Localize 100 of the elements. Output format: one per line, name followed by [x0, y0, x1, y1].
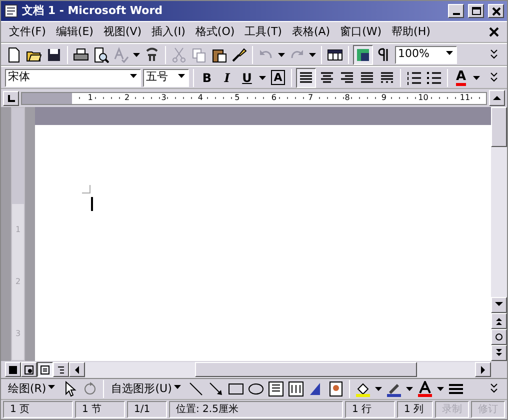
scroll-right-button[interactable]: [475, 362, 491, 377]
ruler-number: 4: [196, 93, 204, 103]
close-icon: [492, 6, 500, 16]
double-down-arrow-icon: [494, 348, 504, 358]
new-document-icon: [6, 46, 22, 62]
align-left-button[interactable]: [296, 68, 316, 88]
ruler-number: 1: [15, 224, 21, 236]
ruler-number: 6: [270, 93, 278, 103]
caret-icon: [406, 387, 413, 391]
text-box-button[interactable]: [266, 379, 285, 399]
vertical-text-box-button[interactable]: [286, 379, 305, 399]
next-page-button[interactable]: [491, 345, 507, 361]
tab-stop-button[interactable]: [3, 90, 19, 106]
normal-view-button[interactable]: [5, 362, 21, 377]
document-map-button[interactable]: [353, 44, 373, 64]
close-button[interactable]: [488, 4, 504, 18]
print-preview-button[interactable]: [92, 44, 110, 64]
caret-icon: [374, 387, 382, 391]
bulleted-list-icon: [426, 70, 442, 86]
maximize-icon: [472, 7, 480, 15]
line-icon: [188, 381, 204, 397]
scroll-thumb[interactable]: [491, 107, 507, 147]
ruler-margin: [22, 92, 72, 104]
status-field: 1 页: [3, 401, 73, 418]
autoshapes-button[interactable]: 自选图形(U): [108, 380, 185, 398]
window-title: 文档 1 - Microsoft Word: [22, 2, 163, 19]
clip-art-button[interactable]: [326, 379, 345, 399]
zoom-field[interactable]: 100%: [395, 46, 457, 64]
ruler-number: 1: [86, 93, 94, 103]
print-preview-icon: [93, 46, 109, 62]
ruler-number: 2: [15, 276, 21, 288]
left-arrow-icon: [73, 364, 81, 374]
font-field[interactable]: 宋体: [5, 68, 141, 86]
double-up-arrow-icon: [494, 316, 504, 326]
status-field: 1 节: [75, 401, 125, 418]
caret-icon: [133, 52, 140, 56]
italic-button[interactable]: I: [218, 68, 236, 88]
outline-view-button[interactable]: [53, 362, 69, 377]
copy-icon: [191, 46, 207, 62]
font-size-field[interactable]: 五号: [143, 68, 189, 86]
rotate-icon: [82, 381, 98, 397]
right-arrow-icon: [479, 364, 487, 374]
close-icon: [488, 26, 500, 38]
minimize-icon: [452, 13, 460, 15]
cut-icon: [171, 46, 187, 62]
minimize-button[interactable]: [448, 4, 464, 18]
caret-icon: [309, 52, 316, 56]
web-layout-button[interactable]: [21, 362, 37, 377]
spelling-icon: [113, 46, 129, 62]
menu-item[interactable]: 文件(F): [5, 24, 50, 40]
caret-icon: [259, 76, 266, 80]
rectangle-icon: [228, 381, 244, 397]
line-color-icon: [386, 381, 402, 397]
scroll-up-button[interactable]: [489, 90, 505, 106]
previous-page-button[interactable]: [491, 313, 507, 329]
menu-item[interactable]: 插入(I): [148, 24, 190, 40]
scroll-thumb[interactable]: [195, 362, 417, 377]
menu-item[interactable]: 视图(V): [99, 24, 146, 40]
normal-view-icon: [8, 364, 18, 374]
text-cursor: [91, 197, 93, 211]
ruler-number: 5: [234, 93, 241, 103]
menu-item[interactable]: 表格(A): [288, 24, 334, 40]
ruler-number: 11: [458, 93, 472, 103]
paste-icon: [211, 46, 227, 62]
font-color-button[interactable]: A: [452, 68, 470, 88]
underline-button[interactable]: U: [238, 68, 256, 88]
page-layout-button[interactable]: [37, 362, 53, 377]
tab-stop-icon: [6, 93, 16, 103]
distribute-icon: [379, 70, 395, 86]
ruler-number: 9: [380, 93, 388, 103]
menu-item[interactable]: 工具(T): [240, 24, 286, 40]
browse-object-button[interactable]: [491, 329, 507, 345]
ruler-number: 2: [124, 93, 131, 103]
menu-item[interactable]: 格式(O): [191, 24, 239, 40]
ruler-number: 10: [417, 93, 430, 103]
ruler-number: 3: [160, 93, 168, 103]
arrow-icon: [208, 381, 224, 397]
character-border-button[interactable]: A: [269, 68, 287, 88]
menu-item[interactable]: 帮助(H): [388, 24, 434, 40]
draw-menu-button[interactable]: 绘图(R): [5, 380, 60, 398]
maximize-button[interactable]: [468, 4, 484, 18]
bold-button[interactable]: B: [198, 68, 216, 88]
menu-item[interactable]: 编辑(E): [52, 24, 98, 40]
menu-item[interactable]: 窗口(W): [336, 24, 386, 40]
printer-icon: [73, 46, 89, 62]
outline-view-icon: [56, 364, 66, 374]
align-right-icon: [339, 70, 355, 86]
font-color-icon: [416, 381, 433, 397]
scroll-left-button[interactable]: [69, 362, 85, 377]
caret-icon: [473, 76, 480, 80]
web-layout-icon: [24, 364, 34, 374]
up-arrow-icon: [492, 94, 502, 102]
font-color-button[interactable]: [416, 379, 434, 399]
vertical-text-box-icon: [288, 381, 304, 397]
justify-icon: [359, 70, 375, 86]
scroll-down-button[interactable]: [491, 297, 507, 313]
research-icon: [144, 46, 160, 62]
format-painter-icon: [231, 46, 247, 62]
text-box-icon: [268, 381, 284, 397]
ruler-number: 8: [344, 93, 351, 103]
